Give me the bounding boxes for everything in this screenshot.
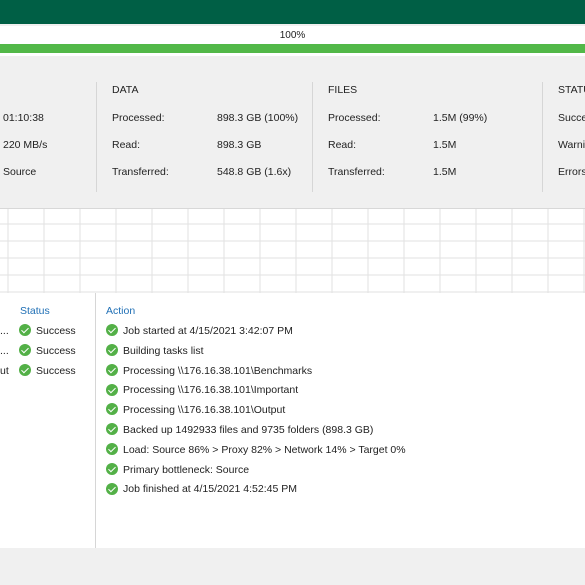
object-status: Success xyxy=(19,324,76,338)
action-log-line[interactable]: Primary bottleneck: Source xyxy=(106,462,250,477)
data-processed-label: Processed: xyxy=(112,112,165,124)
divider xyxy=(312,82,313,192)
files-transferred-value: 1.5M xyxy=(433,166,457,178)
success-check-icon xyxy=(19,364,31,377)
success-check-icon xyxy=(106,462,118,475)
object-status-label: Success xyxy=(36,345,76,357)
action-log-text: Load: Source 86% > Proxy 82% > Network 1… xyxy=(123,443,406,456)
files-processed-value: 1.5M (99%) xyxy=(433,112,488,124)
action-log-text: Processing \\176.16.38.101\Benchmarks xyxy=(123,364,313,377)
column-divider xyxy=(95,293,96,548)
progress-bar-fill xyxy=(0,44,585,53)
action-log-line[interactable]: Load: Source 86% > Proxy 82% > Network 1… xyxy=(106,443,406,457)
action-log-line[interactable]: Building tasks list xyxy=(106,344,204,358)
action-log-text: Job finished at 4/15/2021 4:52:45 PM xyxy=(123,483,297,496)
data-section-header: DATA xyxy=(112,84,139,96)
success-check-icon xyxy=(106,443,118,456)
action-log-line[interactable]: Processing \\176.16.38.101\Benchmarks xyxy=(106,363,313,378)
success-check-icon xyxy=(106,403,118,416)
data-transferred-value: 548.8 GB (1.6x) xyxy=(217,166,292,178)
action-log-line[interactable]: Processing \\176.16.38.101\Important xyxy=(106,383,298,397)
data-processed-value: 898.3 GB (100%) xyxy=(217,112,299,124)
files-read-label: Read: xyxy=(328,139,357,151)
success-check-icon xyxy=(19,344,31,357)
divider xyxy=(96,82,97,192)
status-errors-label: Errors xyxy=(558,166,585,178)
action-log-text: Processing \\176.16.38.101\Output xyxy=(123,404,286,417)
status-warnings-label: Warni xyxy=(558,139,585,151)
data-transferred-label: Transferred: xyxy=(112,166,169,178)
action-log-text: Processing \\176.16.38.101\Important xyxy=(123,384,299,397)
success-check-icon xyxy=(106,383,118,396)
action-log-text: Job started at 4/15/2021 3:42:07 PM xyxy=(123,325,293,337)
progress-percent-label: 100% xyxy=(279,30,306,41)
footer-area xyxy=(0,548,585,585)
throughput-graph xyxy=(0,208,585,294)
stats-panel: 01:10:38 220 MB/s Source DATA Processed:… xyxy=(0,70,585,208)
object-status-label: Success xyxy=(36,365,76,377)
object-status-label: Success xyxy=(36,325,76,337)
action-log-text: Backed up 1492933 files and 9735 folders… xyxy=(123,424,374,436)
success-check-icon xyxy=(106,482,118,495)
files-section-header: FILES xyxy=(328,84,358,96)
action-column-header[interactable]: Action xyxy=(106,305,135,317)
status-success-label: Succe xyxy=(558,112,585,124)
progress-bar xyxy=(0,44,585,53)
files-transferred-label: Transferred: xyxy=(328,166,385,178)
status-section-header: STATU xyxy=(558,84,585,96)
data-read-label: Read: xyxy=(112,139,141,151)
success-check-icon xyxy=(106,344,118,357)
progress-area: 100% xyxy=(0,26,585,56)
object-name: ... xyxy=(0,325,9,337)
object-status: Success xyxy=(19,344,76,358)
data-read-value: 898.3 GB xyxy=(217,139,262,151)
object-name: ... xyxy=(0,345,9,357)
graph-grid xyxy=(0,209,585,293)
bottleneck-value: Source xyxy=(3,166,37,178)
action-log-line[interactable]: Job finished at 4/15/2021 4:52:45 PM xyxy=(106,482,297,496)
files-processed-label: Processed: xyxy=(328,112,381,124)
success-check-icon xyxy=(19,324,31,337)
status-column-header[interactable]: Status xyxy=(20,305,50,317)
success-check-icon xyxy=(106,423,118,436)
processing-rate-value: 220 MB/s xyxy=(3,139,48,151)
action-log-line[interactable]: Job started at 4/15/2021 3:42:07 PM xyxy=(106,324,293,338)
success-check-icon xyxy=(106,324,118,337)
action-log-line[interactable]: Backed up 1492933 files and 9735 folders… xyxy=(106,423,373,437)
action-log-text: Primary bottleneck: Source xyxy=(123,463,250,476)
divider xyxy=(542,82,543,192)
action-log-text: Building tasks list xyxy=(123,344,204,357)
object-name: ut xyxy=(0,365,9,377)
object-status: Success xyxy=(19,364,76,378)
job-details-panel: Status ... Success ... Success ut Succes… xyxy=(0,293,585,548)
title-bar xyxy=(0,0,585,24)
files-read-value: 1.5M xyxy=(433,139,457,151)
success-check-icon xyxy=(106,363,118,376)
action-log-line[interactable]: Processing \\176.16.38.101\Output xyxy=(106,403,285,417)
duration-value: 01:10:38 xyxy=(3,112,44,124)
